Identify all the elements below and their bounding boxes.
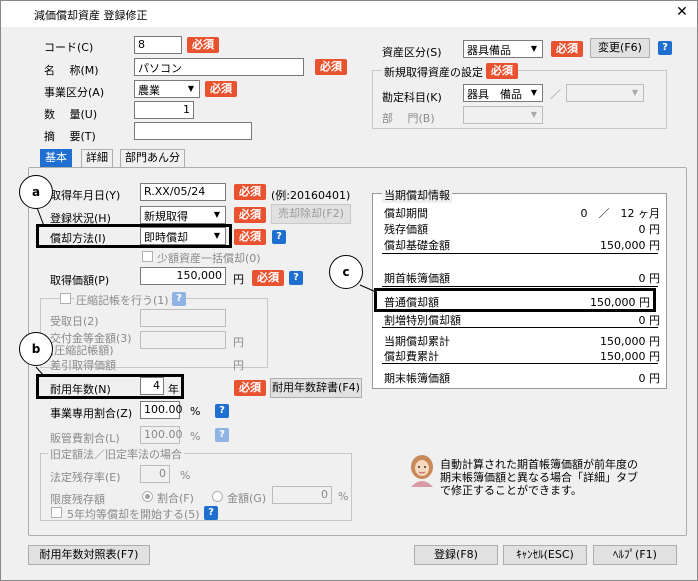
callout-a-marker: a xyxy=(19,175,53,209)
assistant-avatar-icon xyxy=(411,455,433,487)
callout-b-marker: b xyxy=(19,332,53,366)
help-button[interactable]: ﾍﾙﾌﾟ(F1) xyxy=(593,545,677,565)
callout-leaders xyxy=(35,204,377,377)
life-table-button[interactable]: 耐用年数対照表(F7) xyxy=(28,545,150,565)
register-button[interactable]: 登録(F8) xyxy=(414,545,498,565)
callout-c-leader xyxy=(359,284,377,293)
callout-b-leader xyxy=(35,366,45,377)
note-line: で修正することができます。 xyxy=(440,484,582,497)
callout-c-marker: c xyxy=(329,255,363,289)
cancel-button[interactable]: ｷｬﾝｾﾙ(ESC) xyxy=(503,545,587,565)
